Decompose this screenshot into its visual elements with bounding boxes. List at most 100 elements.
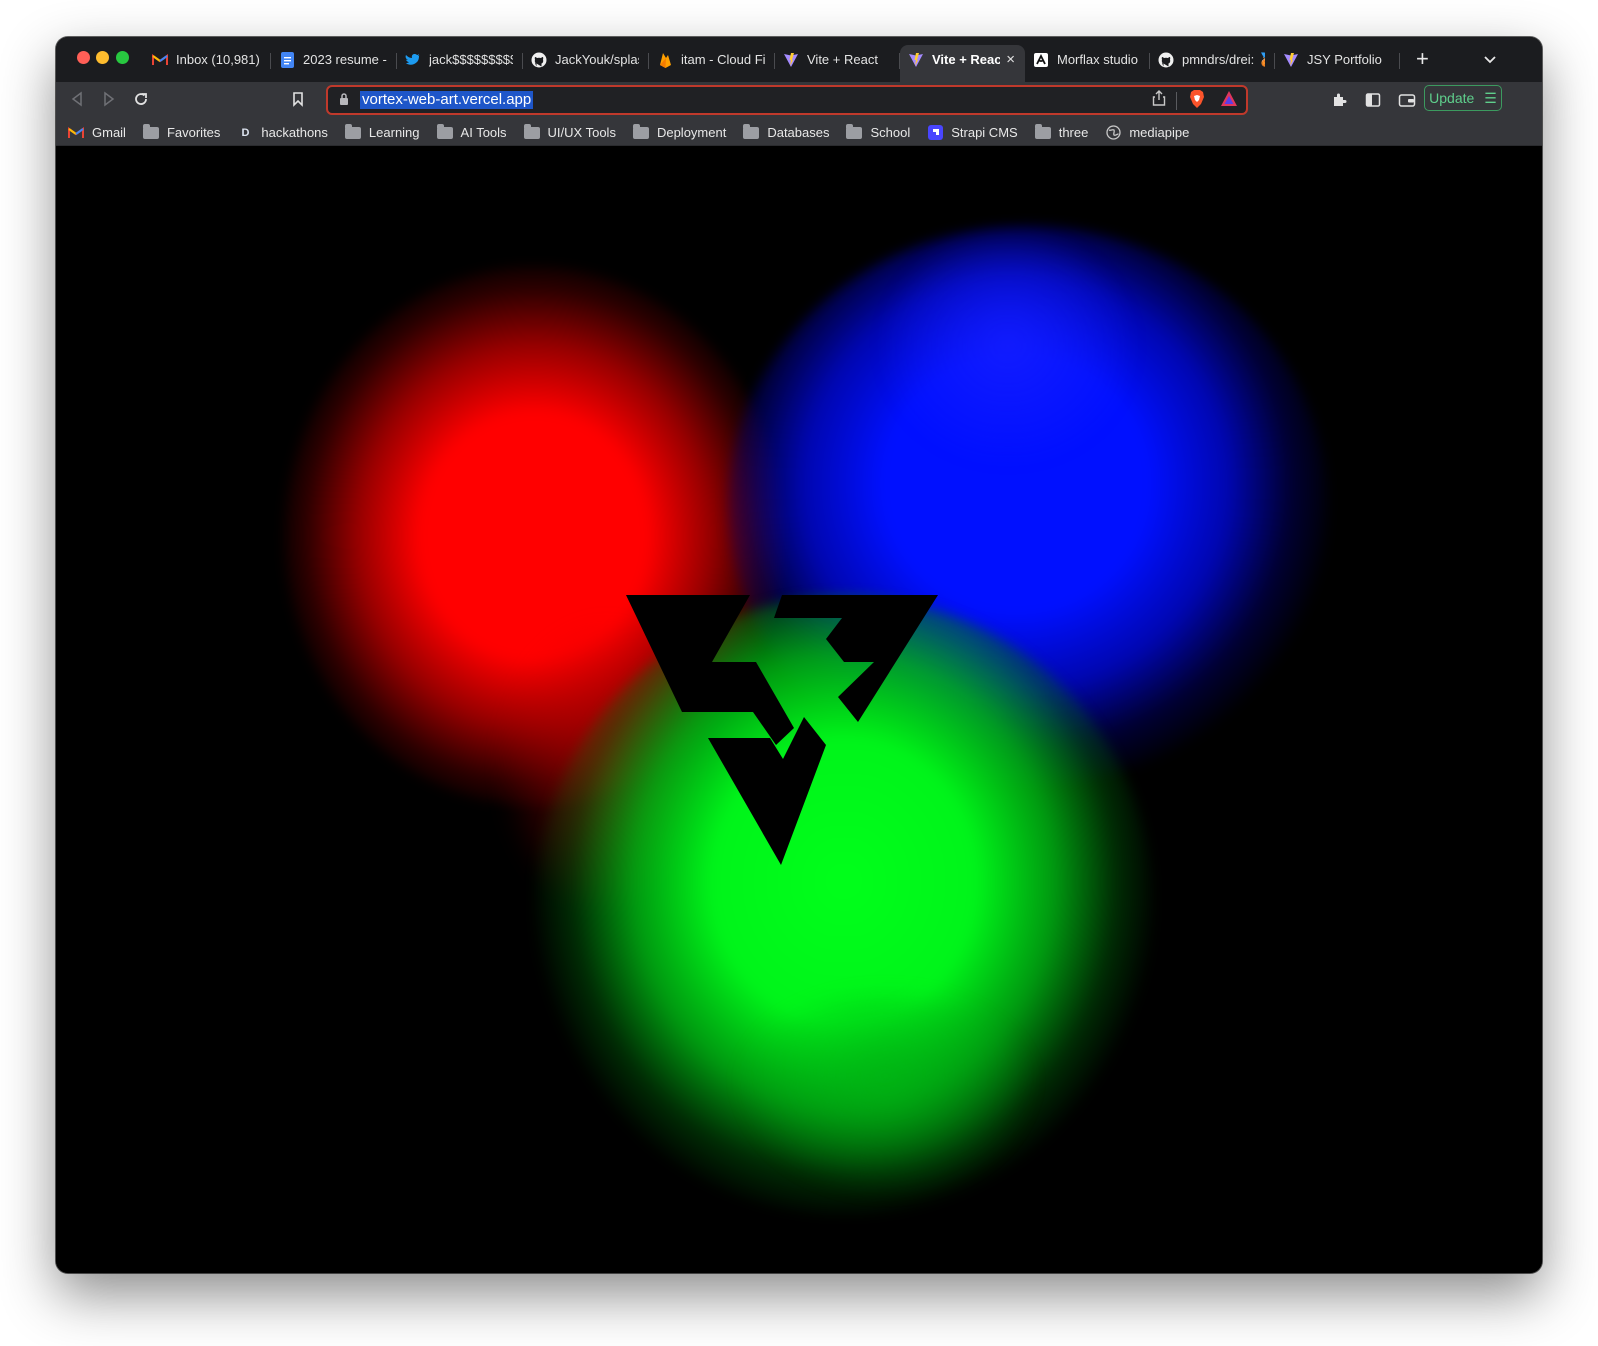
share-icon[interactable] bbox=[1152, 90, 1166, 109]
browser-window: Inbox (10,981) - 2023 resume - ( jack$$$$$… bbox=[56, 37, 1542, 1273]
brave-rewards-icon[interactable] bbox=[1220, 90, 1238, 113]
bookmark-deployment[interactable]: Deployment bbox=[632, 123, 727, 140]
tab-2[interactable]: 2023 resume - ( bbox=[271, 45, 397, 74]
tab-label: Morflax studio - bbox=[1057, 52, 1140, 67]
bookmark-label: Strapi CMS bbox=[951, 125, 1018, 140]
tab-list: Inbox (10,981) - 2023 resume - ( jack$$$$$… bbox=[144, 45, 1400, 82]
tab-label: Vite + React bbox=[932, 52, 1001, 67]
devpost-icon: D bbox=[241, 126, 250, 139]
tab-label: JackYouk/splash bbox=[555, 52, 639, 67]
bookmark-label: School bbox=[870, 125, 911, 140]
vite-icon bbox=[908, 52, 924, 68]
minimize-window-button[interactable] bbox=[96, 51, 109, 64]
update-label: Update bbox=[1429, 90, 1475, 106]
bookmark-gmail[interactable]: Gmail bbox=[68, 125, 126, 141]
sidebar-icon[interactable] bbox=[1365, 92, 1381, 113]
close-window-button[interactable] bbox=[77, 51, 90, 64]
bookmark-label: Gmail bbox=[92, 125, 126, 140]
page-canvas[interactable] bbox=[56, 146, 1542, 1273]
wallet-icon[interactable] bbox=[1398, 92, 1416, 113]
menu-icon: ☰ bbox=[1484, 89, 1497, 106]
tab-6[interactable]: Vite + React bbox=[775, 45, 900, 74]
green-smoke-lower bbox=[736, 996, 1036, 1196]
tab-4[interactable]: JackYouk/splash bbox=[523, 45, 649, 74]
bookmark-favorites[interactable]: Favorites bbox=[142, 123, 221, 140]
bookmarks-bar: Gmail Favorites Dhackathons Learning AI Tool… bbox=[56, 120, 1542, 146]
forward-button[interactable] bbox=[102, 91, 116, 112]
url-text[interactable]: vortex-web-art.vercel.app bbox=[360, 91, 534, 109]
bookmark-label: Favorites bbox=[166, 125, 221, 140]
tab-7[interactable]: Vite + React × bbox=[900, 45, 1025, 82]
globe-icon bbox=[1105, 125, 1121, 141]
close-tab-icon[interactable]: × bbox=[1000, 51, 1015, 68]
tab-8[interactable]: Morflax studio - bbox=[1025, 45, 1150, 74]
bookmark-databases[interactable]: Databases bbox=[743, 123, 830, 140]
bookmark-three[interactable]: three bbox=[1034, 123, 1089, 140]
tab-label: pmndrs/drei: 🥉 bbox=[1182, 51, 1265, 67]
bookmark-ui-ux-tools[interactable]: UI/UX Tools bbox=[523, 123, 616, 140]
jsy-triangle-logo bbox=[626, 595, 938, 865]
bookmark-list: Gmail Favorites Dhackathons Learning AI Tool… bbox=[68, 120, 1206, 145]
strapi-icon bbox=[927, 125, 943, 141]
tab-label: itam - Cloud Fire bbox=[681, 52, 765, 67]
gmail-icon bbox=[68, 125, 84, 141]
bookmark-label: Deployment bbox=[656, 125, 727, 140]
github-icon bbox=[531, 52, 547, 68]
tab-label: jack$$$$$$$$$ bbox=[429, 52, 513, 67]
morflax-icon bbox=[1033, 52, 1049, 68]
folder-icon bbox=[846, 123, 863, 139]
tab-5[interactable]: itam - Cloud Fire bbox=[649, 45, 775, 74]
tab-label: JSY Portfolio bbox=[1307, 52, 1382, 67]
tab-label: Inbox (10,981) - bbox=[176, 52, 261, 67]
firebase-icon bbox=[657, 52, 673, 68]
bookmark-label: hackathons bbox=[261, 125, 328, 140]
tab-3[interactable]: jack$$$$$$$$$ bbox=[397, 45, 523, 74]
blue-smoke-upper bbox=[878, 226, 1138, 466]
folder-icon bbox=[1034, 123, 1051, 139]
tab-10[interactable]: JSY Portfolio bbox=[1275, 45, 1400, 74]
new-tab-button[interactable]: + bbox=[1416, 48, 1429, 70]
bookmark-strapi-cms[interactable]: Strapi CMS bbox=[927, 125, 1018, 141]
bookmark-label: Databases bbox=[767, 125, 830, 140]
folder-icon bbox=[632, 123, 649, 139]
twitter-icon bbox=[405, 52, 421, 68]
bookmark-label: UI/UX Tools bbox=[547, 125, 616, 140]
tab-search-chevron-icon[interactable] bbox=[1484, 51, 1496, 67]
tab-label: Vite + React bbox=[807, 52, 878, 67]
tab-9[interactable]: pmndrs/drei: 🥉 bbox=[1150, 45, 1275, 74]
bookmark-hackathons[interactable]: Dhackathons bbox=[237, 125, 328, 141]
bookmark-icon[interactable] bbox=[292, 91, 304, 112]
bookmark-school[interactable]: School bbox=[846, 123, 911, 140]
bookmark-label: Learning bbox=[368, 125, 420, 140]
fullscreen-window-button[interactable] bbox=[116, 51, 129, 64]
toolbar: vortex-web-art.vercel.app Update ☰ bbox=[56, 82, 1542, 120]
gmail-icon bbox=[152, 52, 168, 68]
back-button[interactable] bbox=[70, 91, 84, 112]
github-icon bbox=[1158, 52, 1174, 68]
folder-icon bbox=[436, 123, 453, 139]
vite-icon bbox=[783, 52, 799, 68]
lock-icon[interactable] bbox=[338, 92, 352, 106]
tab-strip: Inbox (10,981) - 2023 resume - ( jack$$$$$… bbox=[56, 37, 1542, 82]
folder-icon bbox=[743, 123, 760, 139]
vite-icon bbox=[1283, 52, 1299, 68]
brave-shields-icon[interactable] bbox=[1188, 89, 1206, 114]
bookmark-learning[interactable]: Learning bbox=[344, 123, 420, 140]
reload-icon[interactable] bbox=[133, 91, 149, 112]
bookmark-ai-tools[interactable]: AI Tools bbox=[436, 123, 507, 140]
folder-icon bbox=[523, 123, 540, 139]
folder-icon bbox=[344, 123, 361, 139]
omnibox-divider bbox=[1176, 92, 1177, 110]
address-bar[interactable]: vortex-web-art.vercel.app bbox=[326, 85, 1248, 115]
tab-separator bbox=[1399, 53, 1400, 69]
update-button[interactable]: Update ☰ bbox=[1424, 85, 1502, 111]
extensions-icon[interactable] bbox=[1331, 92, 1347, 113]
tab-label: 2023 resume - ( bbox=[303, 52, 387, 67]
bookmark-label: AI Tools bbox=[460, 125, 507, 140]
google-docs-icon bbox=[279, 51, 295, 68]
bookmark-label: mediapipe bbox=[1129, 125, 1190, 140]
tab-1[interactable]: Inbox (10,981) - bbox=[144, 45, 271, 74]
bookmark-label: three bbox=[1058, 125, 1089, 140]
folder-icon bbox=[142, 123, 159, 139]
bookmark-mediapipe[interactable]: mediapipe bbox=[1105, 125, 1189, 141]
